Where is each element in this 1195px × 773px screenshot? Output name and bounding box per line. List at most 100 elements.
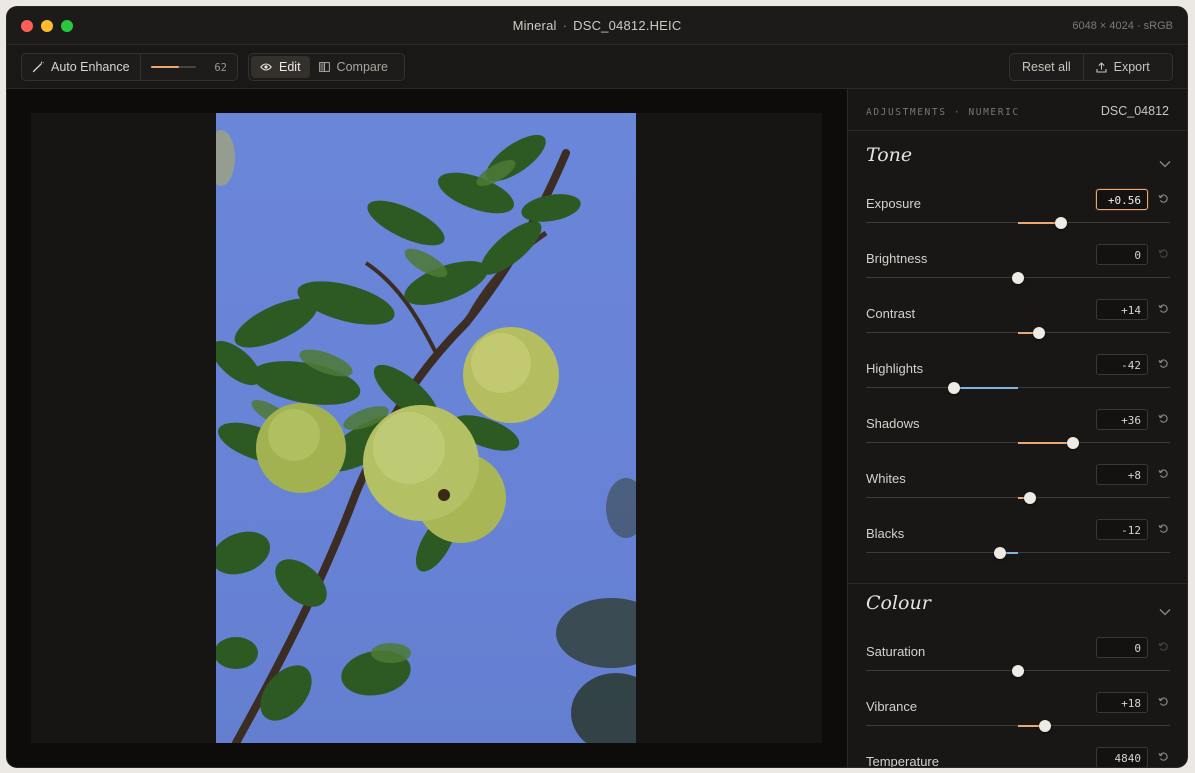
- adjustment-value-field[interactable]: +8: [1096, 464, 1148, 485]
- reset-icon[interactable]: [1158, 248, 1169, 259]
- adjustment-value-field[interactable]: -12: [1096, 519, 1148, 540]
- export-label: Export: [1113, 60, 1150, 74]
- window-title: Mineral · DSC_04812.HEIC: [7, 18, 1187, 33]
- adjustment-label: Whites: [866, 471, 906, 486]
- photo-canvas[interactable]: [7, 89, 847, 767]
- panel-kicker: ADJUSTMENTS · NUMERIC: [866, 107, 1020, 118]
- adjustment-slider-knob[interactable]: [948, 381, 961, 394]
- adjustment-slider-knob[interactable]: [1012, 664, 1024, 677]
- reset-all-label: Reset all: [1022, 60, 1071, 74]
- adjustment-label: Shadows: [866, 416, 920, 431]
- adjustment-slider[interactable]: [866, 216, 1170, 229]
- adjustment-row-contrast: Contrast +14: [866, 299, 1171, 356]
- adjustment-slider[interactable]: [866, 719, 1170, 732]
- section-divider: [848, 583, 1187, 584]
- reset-icon[interactable]: [1158, 523, 1169, 534]
- adjustment-value-field[interactable]: 4840: [1096, 747, 1148, 767]
- adjustment-slider[interactable]: [866, 271, 1170, 284]
- reset-all-button[interactable]: Reset all: [1010, 54, 1083, 80]
- reset-icon[interactable]: [1158, 751, 1169, 762]
- adjustment-value-field[interactable]: +0.56: [1096, 189, 1148, 210]
- adjustment-slider[interactable]: [866, 326, 1170, 339]
- edit-label: Edit: [279, 60, 301, 74]
- file-name: DSC_04812.HEIC: [573, 18, 682, 33]
- adjustment-slider-fill: [954, 386, 1018, 389]
- tone-chevron-down-icon[interactable]: [1159, 160, 1171, 168]
- adjustment-slider-knob[interactable]: [1066, 436, 1079, 449]
- adjustment-label: Exposure: [866, 196, 921, 211]
- adjustment-label: Brightness: [866, 251, 928, 266]
- app-name: Mineral: [512, 18, 557, 33]
- adjustment-slider[interactable]: [866, 491, 1170, 504]
- adjustment-label: Highlights: [866, 361, 924, 376]
- adjustment-value-field[interactable]: +14: [1096, 299, 1148, 320]
- adjustment-row-brightness: Brightness 0: [866, 244, 1171, 301]
- compare-mode-button[interactable]: Compare: [310, 56, 397, 78]
- reset-icon[interactable]: [1158, 413, 1169, 424]
- adjustment-row-whites: Whites +8: [866, 464, 1171, 521]
- compare-label: Compare: [336, 60, 388, 74]
- image-meta: 6048 × 4024 · sRGB: [1072, 20, 1173, 32]
- auto-enhance-button[interactable]: Auto Enhance: [22, 54, 141, 80]
- actions-group: Reset all Export: [1009, 53, 1173, 81]
- adjustment-slider[interactable]: [866, 664, 1170, 677]
- adjustment-value-field[interactable]: +18: [1096, 692, 1148, 713]
- mode-toggle: Edit Compare: [248, 53, 405, 81]
- adjustment-slider[interactable]: [866, 436, 1170, 449]
- photo-preview[interactable]: [216, 113, 636, 743]
- app-window: Mineral · DSC_04812.HEIC 6048 × 4024 · sRG…: [7, 7, 1187, 767]
- adjustment-slider-fill: [1018, 441, 1073, 444]
- reset-icon[interactable]: [1158, 303, 1169, 314]
- magic-wand-icon: [32, 61, 44, 73]
- panel-file-name: DSC_04812: [1100, 104, 1169, 118]
- adjustment-slider-knob[interactable]: [1054, 216, 1067, 229]
- adjustment-row-temperature: Temperature 4840: [866, 747, 1171, 767]
- adjustment-value-field[interactable]: -42: [1096, 354, 1148, 375]
- adjustment-slider[interactable]: [866, 381, 1170, 394]
- adjustment-slider[interactable]: [866, 546, 1170, 559]
- colour-chevron-down-icon[interactable]: [1159, 608, 1171, 616]
- export-button[interactable]: Export: [1084, 54, 1162, 80]
- artboard: [31, 113, 822, 743]
- reset-icon[interactable]: [1158, 468, 1169, 479]
- adjustment-row-blacks: Blacks -12: [866, 519, 1171, 576]
- adjustment-row-saturation: Saturation 0: [866, 637, 1171, 694]
- auto-enhance-slider[interactable]: 62: [141, 54, 237, 80]
- tone-section-title[interactable]: Tone: [866, 144, 912, 166]
- adjustment-slider-knob[interactable]: [1039, 719, 1052, 732]
- toolbar: Auto Enhance 62 Edit Compare Reset all E…: [7, 45, 1187, 89]
- reset-icon[interactable]: [1158, 641, 1169, 652]
- adjustment-value-field[interactable]: 0: [1096, 244, 1148, 265]
- reset-icon[interactable]: [1158, 193, 1169, 204]
- adjustment-label: Vibrance: [866, 699, 918, 714]
- adjustment-label: Blacks: [866, 526, 905, 541]
- adjustment-slider-knob[interactable]: [1012, 271, 1024, 284]
- adjustment-row-shadows: Shadows +36: [866, 409, 1171, 466]
- adjustment-slider-knob[interactable]: [1024, 491, 1037, 504]
- adjustment-slider-knob[interactable]: [993, 546, 1006, 559]
- auto-enhance-group: Auto Enhance 62: [21, 53, 238, 81]
- edit-mode-button[interactable]: Edit: [251, 56, 310, 78]
- adjustment-slider-knob[interactable]: [1033, 326, 1046, 339]
- adjustment-row-highlights: Highlights -42: [866, 354, 1171, 411]
- title-separator: ·: [562, 18, 568, 33]
- auto-enhance-value: 62: [214, 62, 227, 74]
- adjustment-row-vibrance: Vibrance +18: [866, 692, 1171, 749]
- upload-icon: [1096, 61, 1107, 73]
- compare-icon: [318, 62, 330, 72]
- adjustments-panel: ADJUSTMENTS · NUMERIC DSC_04812 Tone Exp…: [847, 89, 1187, 767]
- apple-branch-photo: [216, 130, 636, 743]
- adjustment-label: Temperature: [866, 754, 939, 767]
- reset-icon[interactable]: [1158, 358, 1169, 369]
- panel-header: ADJUSTMENTS · NUMERIC DSC_04812: [848, 89, 1187, 131]
- title-bar: Mineral · DSC_04812.HEIC 6048 × 4024 · sRG…: [7, 7, 1187, 45]
- colour-section-title[interactable]: Colour: [866, 592, 931, 614]
- adjustment-label: Saturation: [866, 644, 926, 659]
- auto-enhance-track: [150, 66, 196, 68]
- reset-icon[interactable]: [1158, 696, 1169, 707]
- adjustment-value-field[interactable]: +36: [1096, 409, 1148, 430]
- adjustment-row-exposure: Exposure +0.56: [866, 189, 1171, 246]
- auto-enhance-label: Auto Enhance: [51, 60, 130, 74]
- adjustment-value-field[interactable]: 0: [1096, 637, 1148, 658]
- auto-enhance-fill: [150, 66, 179, 68]
